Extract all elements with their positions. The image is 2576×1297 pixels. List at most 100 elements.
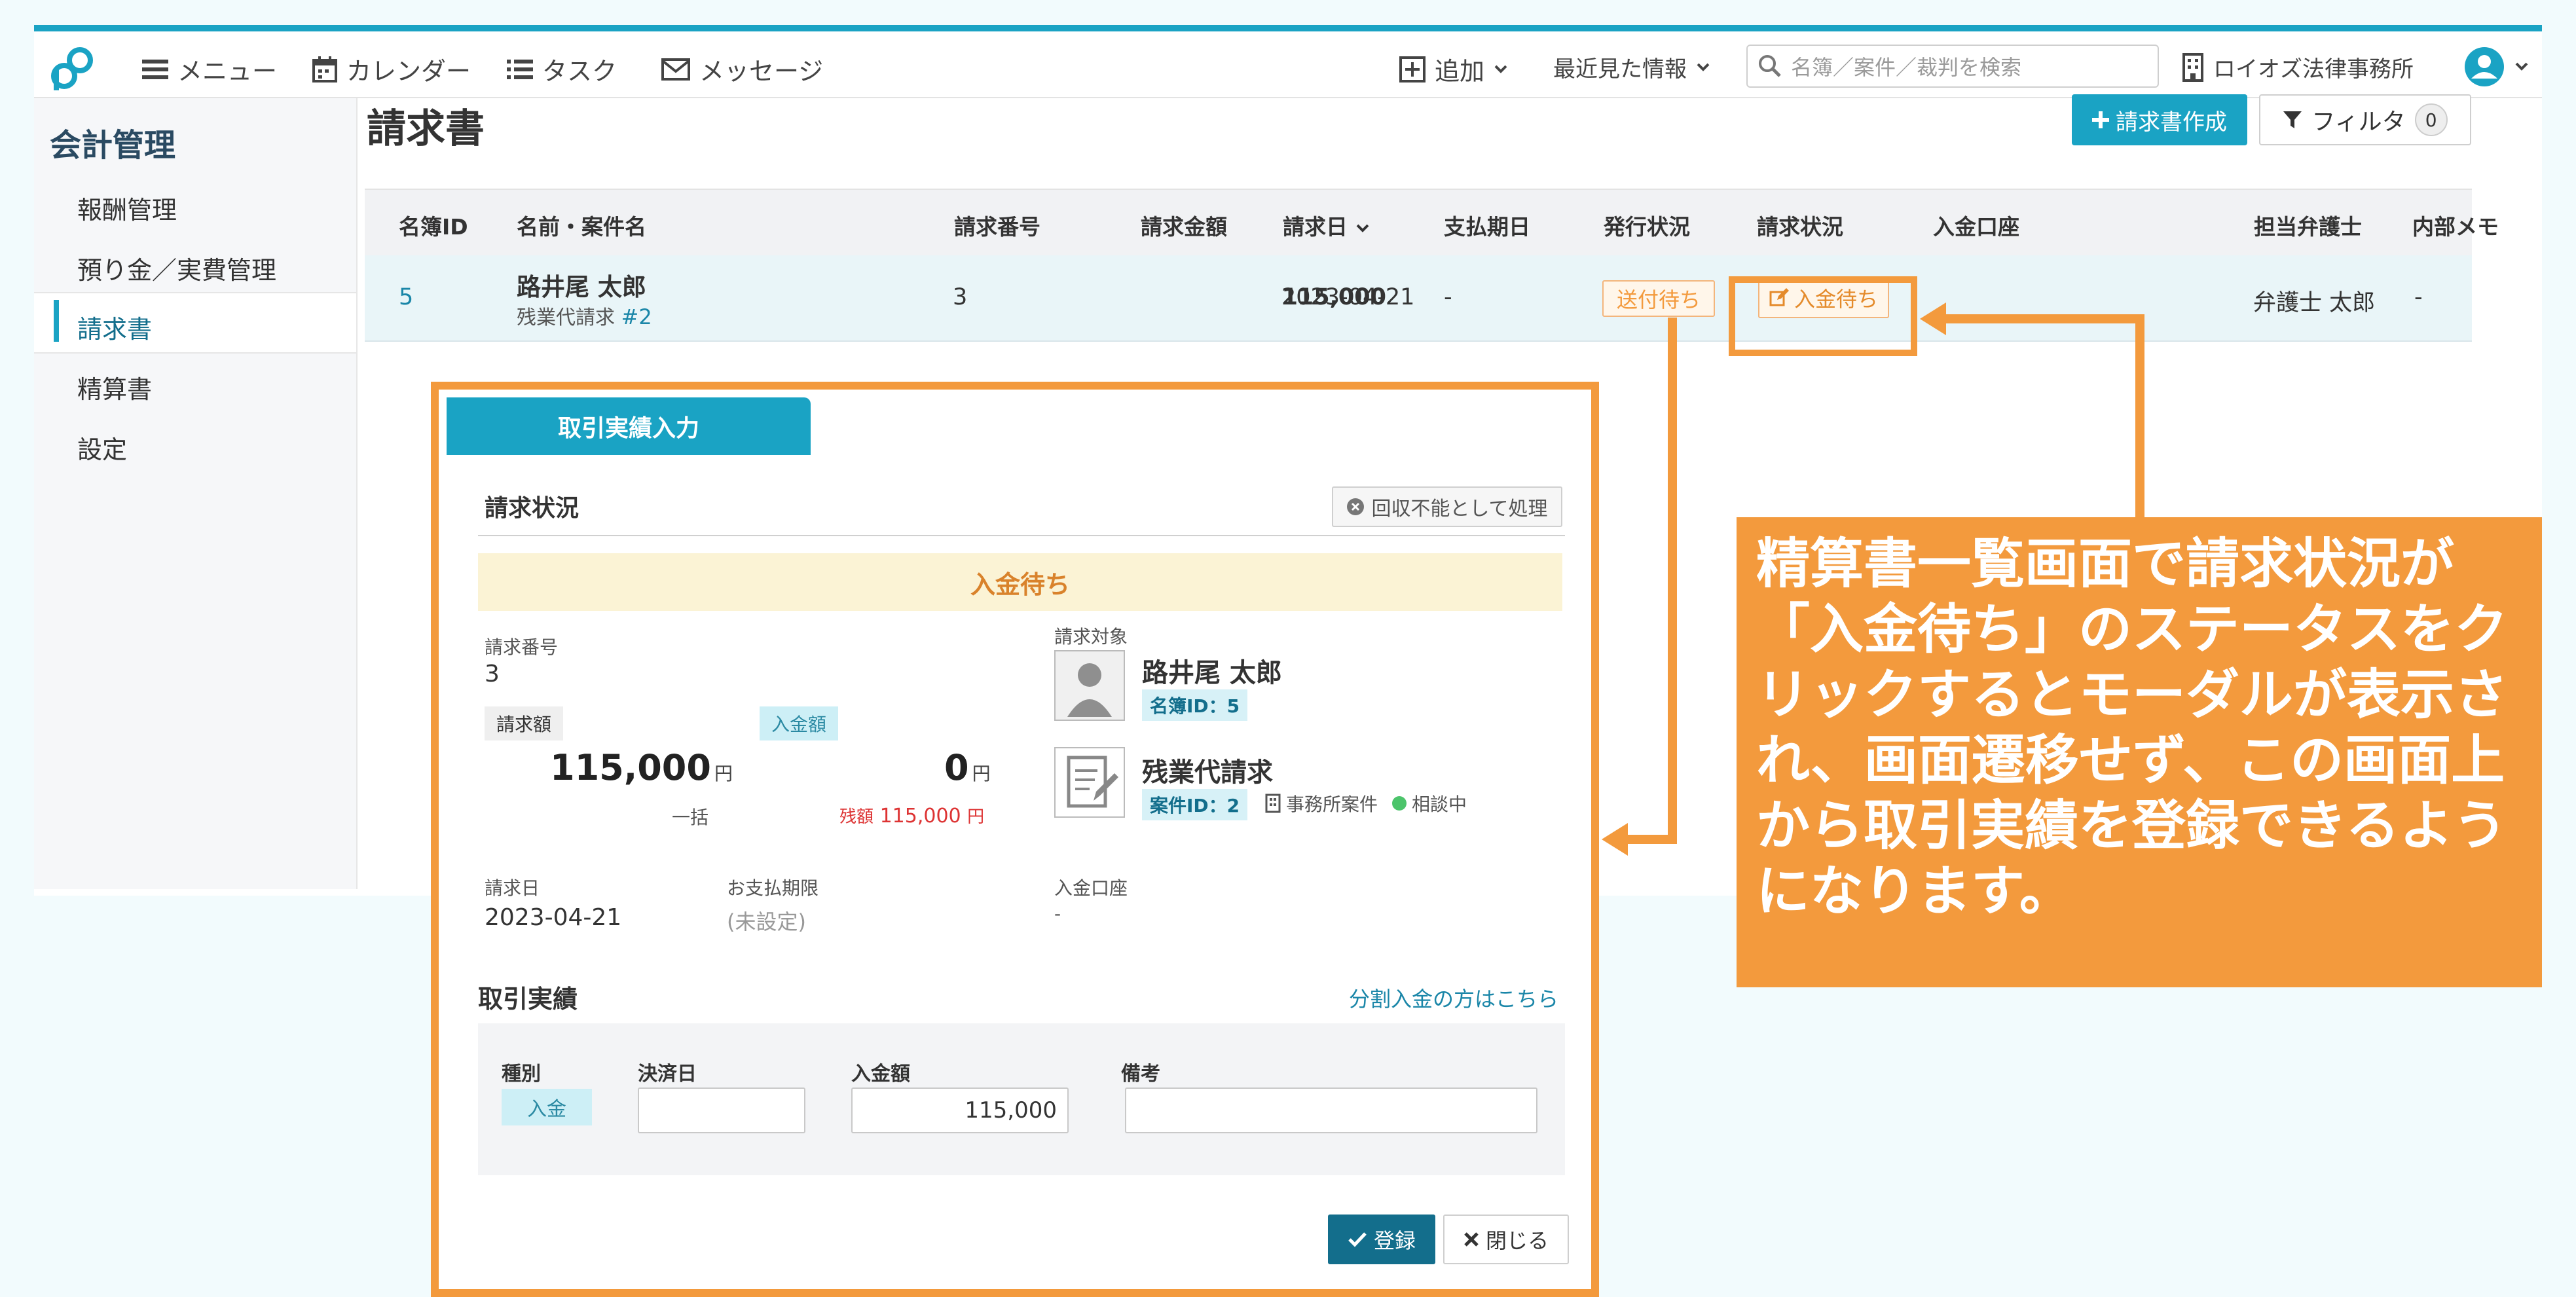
register-button[interactable]: 登録 — [1328, 1215, 1435, 1264]
th-id[interactable]: 名簿ID — [399, 210, 468, 241]
received-yen: 円 — [972, 763, 991, 784]
callout-line-2: 「入金待ち」のステータスをク — [1756, 598, 2509, 661]
sidebar-item-settings[interactable]: 設定 — [77, 429, 127, 466]
search-placeholder: 名簿／案件／裁判を検索 — [1791, 55, 2022, 80]
col-note-header: 備考 — [1121, 1063, 1160, 1086]
nav-task[interactable]: タスク — [507, 51, 617, 87]
issue-status-badge[interactable]: 送付待ち — [1602, 280, 1715, 317]
sidebar-item-deposits[interactable]: 預り金／実費管理 — [77, 250, 276, 286]
nav-menu[interactable]: メニュー — [142, 51, 277, 87]
case-thumbnail — [1054, 747, 1125, 818]
sidebar-item-settlements[interactable]: 精算書 — [77, 369, 152, 405]
register-label: 登録 — [1373, 1228, 1416, 1253]
account-label: 入金口座 — [1054, 877, 1128, 899]
filter-count-badge: 0 — [2414, 103, 2448, 136]
th-invoice-no[interactable]: 請求番号 — [954, 210, 1040, 241]
recent-dropdown[interactable]: 最近見た情報 — [1553, 51, 1710, 83]
hamburger-icon — [142, 59, 168, 79]
due-label: お支払期限 — [727, 877, 819, 899]
add-dropdown[interactable]: 追加 — [1399, 51, 1508, 87]
th-issue-status[interactable]: 発行状況 — [1604, 210, 1690, 241]
app-logo-icon[interactable] — [47, 43, 100, 93]
nav-calendar-label: カレンダー — [346, 57, 471, 86]
nav-message[interactable]: メッセージ — [661, 51, 823, 87]
row-client-name[interactable]: 路井尾 太郎 — [517, 267, 646, 302]
th-amount[interactable]: 請求金額 — [1141, 210, 1227, 241]
received-label-chip: 入金額 — [760, 706, 839, 740]
office-case-label: 事務所案件 — [1286, 794, 1378, 815]
case-meta: 事務所案件 相談中 — [1265, 790, 1467, 816]
mark-uncollectable-button[interactable]: 回収不能として処理 — [1332, 486, 1562, 527]
close-label: 閉じる — [1485, 1228, 1549, 1253]
sidebar-title: 会計管理 — [50, 127, 176, 164]
remaining-yen: 円 — [967, 807, 985, 827]
client-avatar — [1054, 650, 1125, 721]
search-icon — [1759, 55, 1781, 77]
page-title: 請求書 — [367, 106, 485, 152]
row-case-no-link[interactable]: #2 — [621, 304, 652, 329]
remaining-amount: 残額 115,000 円 — [839, 803, 984, 828]
filter-button[interactable]: フィルタ 0 — [2259, 94, 2471, 145]
sidebar-item-fees[interactable]: 報酬管理 — [77, 190, 177, 226]
callout-line-5: から取引実績を登録できるよう — [1756, 795, 2507, 857]
status-highlight-box — [1729, 276, 1917, 356]
received-amount: 0 円 — [944, 747, 991, 788]
calendar-icon — [312, 56, 337, 82]
note-input[interactable] — [1125, 1087, 1537, 1133]
th-account[interactable]: 入金口座 — [1933, 210, 2019, 241]
nav-calendar[interactable]: カレンダー — [312, 51, 471, 87]
th-date-label: 請求日 — [1283, 214, 1348, 240]
user-menu[interactable] — [2463, 46, 2529, 88]
envelope-icon — [661, 58, 690, 81]
target-label: 請求対象 — [1054, 626, 1128, 648]
th-lawyer[interactable]: 担当弁護士 — [2254, 210, 2362, 241]
callout-line-1: 精算書一覧画面で請求状況が — [1756, 533, 2455, 595]
table-row[interactable]: 5 路井尾 太郎 残業代請求 #2 3 115,000 2023-04-21 -… — [365, 255, 2472, 342]
case-name[interactable]: 残業代請求 — [1142, 751, 1273, 789]
date-value: 2023-04-21 — [485, 904, 622, 931]
close-circle-icon — [1347, 498, 1365, 515]
explanation-callout: 精算書一覧画面で請求状況が 「入金待ち」のステータスをク リックするとモーダルが… — [1737, 517, 2542, 987]
callout-line-3: リックするとモーダルが表示さ — [1756, 664, 2509, 726]
filter-label: フィルタ — [2311, 109, 2406, 136]
filter-icon — [2283, 111, 2302, 128]
col-date-header: 決済日 — [638, 1063, 697, 1086]
user-avatar-icon — [2465, 47, 2504, 86]
office-switcher[interactable]: ロイオズ法律事務所 — [2182, 51, 2414, 83]
th-bill-status[interactable]: 請求状況 — [1757, 210, 1843, 241]
invoice-no-value: 3 — [485, 661, 500, 687]
transactions-title: 取引実績 — [478, 985, 578, 1014]
row-case-name: 残業代請求 — [517, 306, 615, 329]
type-badge[interactable]: 入金 — [502, 1089, 592, 1125]
th-name[interactable]: 名前・案件名 — [517, 210, 646, 241]
split-payment-link[interactable]: 分割入金の方はこちら — [1349, 983, 1558, 1013]
sort-chevron-down-icon — [1356, 224, 1369, 232]
sidebar-item-invoices[interactable]: 請求書 — [77, 309, 152, 345]
consulting-status-dot — [1392, 796, 1407, 811]
close-icon — [1464, 1232, 1479, 1247]
person-silhouette-icon — [1067, 663, 1112, 717]
th-memo[interactable]: 内部メモ — [2412, 210, 2499, 241]
search-input[interactable]: 名簿／案件／裁判を検索 — [1746, 45, 2159, 88]
row-id-link[interactable]: 5 — [399, 284, 413, 310]
target-client-name[interactable]: 路井尾 太郎 — [1142, 651, 1282, 689]
th-date[interactable]: 請求日 — [1283, 210, 1370, 241]
building-icon — [1265, 794, 1281, 813]
case-id: 案件ID：2 — [1142, 789, 1248, 820]
received-amount-value: 0 — [944, 747, 969, 788]
sidebar-active-indicator — [54, 300, 59, 342]
th-due[interactable]: 支払期日 — [1444, 210, 1530, 241]
modal-tab[interactable]: 取引実績入力 — [447, 397, 811, 455]
list-icon — [507, 59, 533, 79]
top-navigation-bar: メニュー カレンダー タスク メッセージ 追加 最近見た情報 名簿／案件／裁判を… — [34, 31, 2542, 98]
billed-amount-value: 115,000 — [550, 747, 711, 788]
settlement-date-input[interactable] — [638, 1087, 805, 1133]
lump-sum-label: 一括 — [672, 807, 709, 828]
amount-input[interactable]: 115,000 — [851, 1087, 1069, 1133]
create-invoice-button[interactable]: 請求書作成 — [2072, 94, 2247, 145]
chevron-down-icon — [1494, 65, 1507, 73]
close-button[interactable]: 閉じる — [1443, 1215, 1569, 1264]
remaining-value: 115,000 — [879, 805, 961, 828]
billed-amount: 115,000 円 — [550, 747, 733, 788]
due-value: (未設定) — [727, 909, 806, 934]
